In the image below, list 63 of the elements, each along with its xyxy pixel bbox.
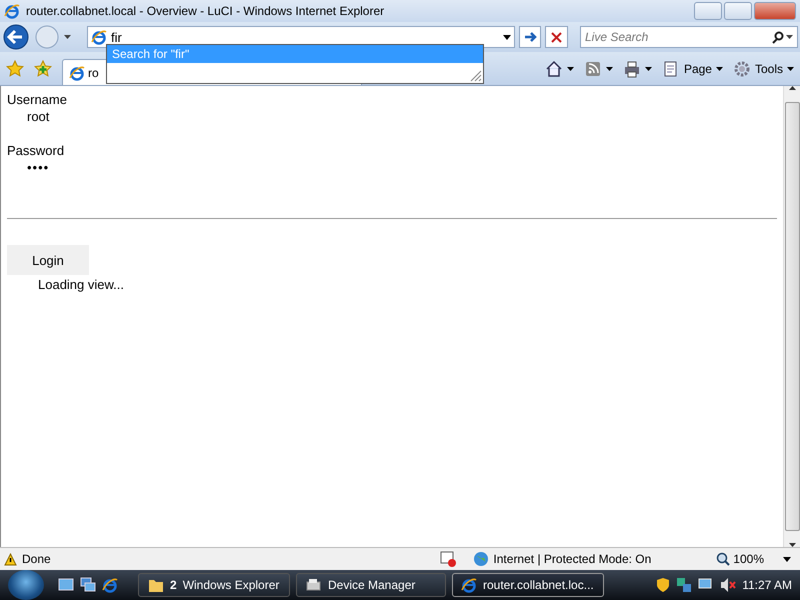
dropdown-arrow-icon: [606, 66, 613, 70]
dropdown-arrow-icon: [787, 66, 794, 70]
back-icon[interactable]: [2, 23, 30, 51]
star-icon[interactable]: [6, 60, 24, 77]
feed-icon: [584, 60, 602, 78]
taskbar-button[interactable]: router.collabnet.loc...: [452, 573, 604, 597]
clock: 11:27 AM: [742, 578, 792, 592]
blocked-popup-icon: [440, 551, 456, 567]
start-button[interactable]: [8, 570, 44, 600]
page-menu-button[interactable]: Page: [662, 60, 723, 78]
network-icon[interactable]: [676, 577, 692, 593]
globe-icon: [473, 551, 490, 567]
field-label: Password: [7, 143, 64, 158]
dropdown-arrow-icon: [716, 66, 723, 70]
scrollbar-thumb[interactable]: [784, 102, 800, 531]
search-field[interactable]: Live Search: [580, 26, 798, 48]
address-text: fir: [111, 30, 123, 44]
zoom-button[interactable]: 100%: [716, 552, 764, 566]
tab-title: ro: [88, 66, 99, 80]
username-value: root: [27, 109, 50, 126]
feeds-button[interactable]: [584, 60, 613, 78]
page-icon: [91, 29, 107, 45]
printer-icon: [622, 60, 641, 78]
search-icon[interactable]: [771, 30, 784, 44]
ie-logo-icon: [4, 3, 20, 19]
dropdown-arrow-icon[interactable]: [502, 34, 511, 40]
taskbar-button[interactable]: Device Manager: [296, 573, 446, 597]
speaker-muted-icon[interactable]: [720, 577, 736, 593]
print-button[interactable]: [622, 60, 652, 78]
home-button[interactable]: [544, 60, 574, 78]
stop-button[interactable]: [545, 26, 568, 48]
add-star-icon[interactable]: [34, 60, 52, 77]
shield-icon[interactable]: [656, 577, 670, 593]
device-icon: [305, 576, 322, 594]
dropdown-arrow-icon[interactable]: [786, 35, 793, 39]
password-value: ••••: [27, 160, 50, 177]
arrow-right-icon: [524, 30, 537, 44]
login-button[interactable]: Login: [7, 245, 89, 275]
tools-menu-button[interactable]: Tools: [732, 60, 794, 78]
scrollbar[interactable]: [783, 86, 800, 547]
page-icon: [69, 64, 85, 80]
ie-icon[interactable]: [102, 577, 118, 593]
magnifier-icon: [716, 552, 730, 566]
home-icon: [544, 60, 563, 78]
warning-icon: [4, 552, 17, 566]
loading-text: Loading view...: [38, 277, 124, 292]
dropdown-arrow-icon[interactable]: [783, 556, 791, 562]
gear-icon: [732, 60, 751, 78]
desktop-icon[interactable]: [58, 577, 74, 593]
status-text: Done: [22, 552, 51, 566]
taskbar-button[interactable]: 2 Windows Explorer: [138, 573, 290, 597]
go-button[interactable]: [518, 26, 542, 48]
window-title: router.collabnet.local - Overview - LuCI - Windows Internet Explorer: [26, 4, 386, 18]
ie-icon: [461, 577, 477, 593]
security-zone-text: Internet | Protected Mode: On: [493, 552, 652, 566]
window-switch-icon[interactable]: [80, 577, 96, 593]
dropdown-arrow-icon: [566, 66, 574, 70]
field-label: Username: [7, 92, 67, 107]
search-placeholder: Live Search: [584, 30, 650, 44]
resize-grip-icon[interactable]: [469, 69, 482, 82]
dropdown-arrow-icon[interactable]: [64, 35, 71, 39]
close-icon: [551, 32, 562, 42]
dropdown-arrow-icon: [644, 66, 652, 70]
